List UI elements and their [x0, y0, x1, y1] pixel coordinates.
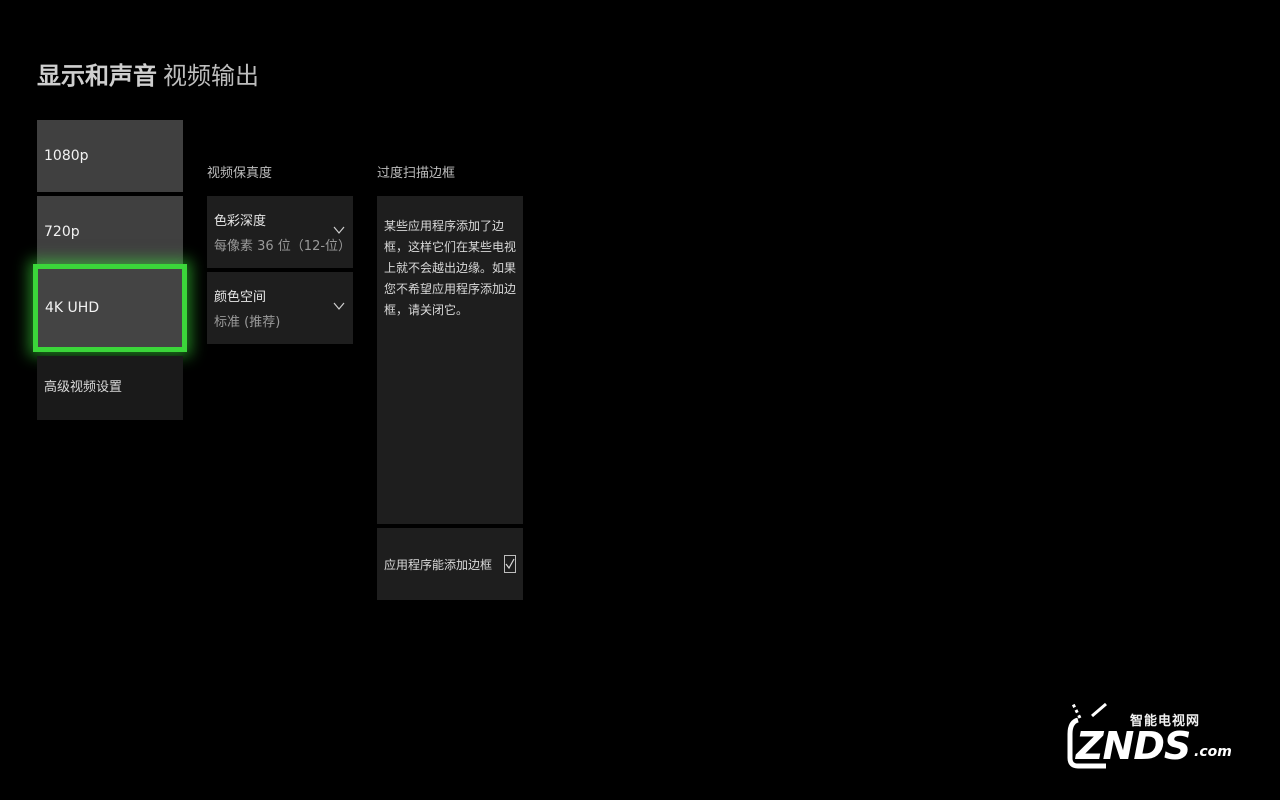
allow-app-borders-label: 应用程序能添加边框: [384, 557, 493, 572]
allow-app-borders-toggle[interactable]: 应用程序能添加边框: [377, 528, 523, 600]
overscan-description: 某些应用程序添加了边框，这样它们在某些电视上就不会越出边缘。如果您不希望应用程序…: [377, 196, 523, 524]
page-title: 显示和声音 视频输出: [37, 56, 259, 91]
color-space-dropdown[interactable]: 颜色空间 标准 (推荐): [207, 272, 353, 344]
video-fidelity-heading: 视频保真度: [207, 166, 273, 181]
resolution-option-label: 1080p: [44, 148, 89, 164]
video-output-page: 显示和声音 视频输出 1080p 720p 4K UHD 高级视频设置 视频保真度…: [0, 0, 1280, 800]
page-title-sub: 视频输出: [163, 62, 259, 90]
advanced-video-settings-label: 高级视频设置: [44, 380, 123, 395]
watermark-en-text: ZNDS: [1076, 724, 1191, 768]
znds-watermark: 智能电视网 ZNDS .com: [1066, 700, 1236, 772]
checkmark-icon: [505, 558, 515, 570]
page-title-main: 显示和声音: [37, 62, 157, 90]
advanced-video-settings-item[interactable]: 高级视频设置: [37, 356, 183, 420]
resolution-option-1080p[interactable]: 1080p: [37, 120, 183, 192]
watermark-domain-suffix: .com: [1194, 744, 1232, 760]
resolution-option-4k-uhd[interactable]: 4K UHD: [33, 264, 187, 352]
chevron-down-icon: [333, 226, 345, 234]
color-depth-value: 每像素 36 位（12-位）: [214, 239, 352, 254]
color-depth-dropdown[interactable]: 色彩深度 每像素 36 位（12-位）: [207, 196, 353, 268]
color-space-value: 标准 (推荐): [214, 315, 281, 330]
resolution-option-720p[interactable]: 720p: [37, 196, 183, 268]
overscan-border-heading: 过度扫描边框: [377, 166, 456, 181]
resolution-option-label: 720p: [44, 224, 80, 240]
resolution-option-label: 4K UHD: [45, 300, 100, 316]
allow-app-borders-checkbox[interactable]: [504, 555, 516, 573]
chevron-down-icon: [333, 302, 345, 310]
